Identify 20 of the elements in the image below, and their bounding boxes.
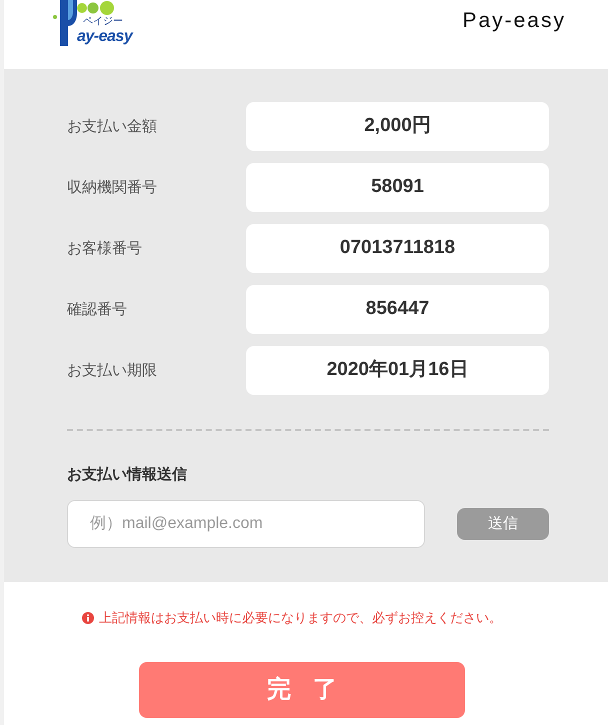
value-box: 2020年01月16日 — [246, 346, 549, 395]
logo-dots-icon — [77, 0, 115, 16]
value-box: 58091 — [246, 163, 549, 212]
section-heading: お支払い情報送信 — [67, 465, 188, 485]
notice-text: 上記情報はお支払い時に必要になりますので、必ずお控えください。 — [99, 609, 502, 627]
email-field[interactable]: 例）mail@example.com — [67, 500, 425, 548]
value-box: 856447 — [246, 285, 549, 334]
logo-p-icon — [52, 0, 77, 48]
value-box: 07013711818 — [246, 224, 549, 273]
field-label: お客様番号 — [67, 238, 143, 258]
field-label: 収納機関番号 — [67, 178, 158, 198]
header-title: Pay-easy — [462, 8, 566, 34]
info-icon — [82, 612, 94, 624]
value-box: 2,000円 — [246, 102, 549, 151]
logo-wordmark: ay-easy — [77, 28, 132, 46]
done-button[interactable]: 完了 — [139, 662, 465, 718]
field-label: 確認番号 — [67, 300, 128, 320]
logo-reading: ペイジー — [83, 16, 123, 28]
field-label: お支払い期限 — [67, 360, 158, 380]
field-label: お支払い金額 — [67, 116, 158, 136]
